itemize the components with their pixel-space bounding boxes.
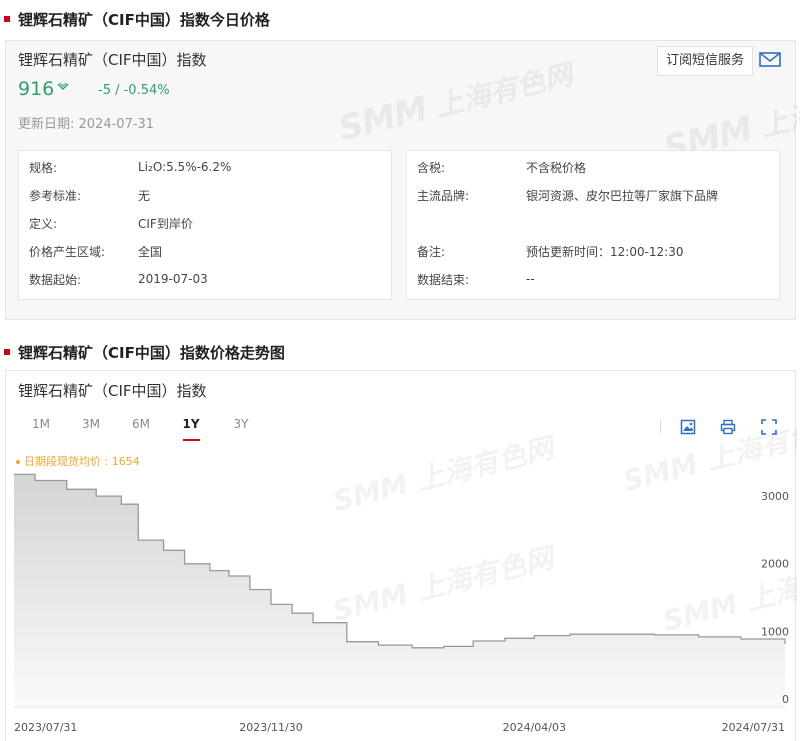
info-table-left: 规格: Li₂O:5.5%-6.2% 参考标准: 无 定义: CIF到岸价 价格产生区… xyxy=(18,150,392,300)
subscribe-sms-button[interactable]: 订阅短信服务 xyxy=(656,46,753,76)
section-header-today-price: 锂辉石精矿（CIF中国）指数今日价格 xyxy=(0,6,270,32)
data-point xyxy=(569,633,571,635)
data-point xyxy=(291,612,293,614)
x-tick-label: 2023/07/31 xyxy=(14,721,77,734)
section-title: 锂辉石精矿（CIF中国）指数价格走势图 xyxy=(18,343,285,362)
info-row: 参考标准: 无 xyxy=(29,188,151,203)
data-point xyxy=(13,473,15,475)
data-point xyxy=(163,549,165,551)
info-table-right: 含税: 不含税价格 主流品牌: 银河资源、皮尔巴拉等厂家旗下品牌 备注: 预估更新时间… xyxy=(406,150,780,300)
section-title: 锂辉石精矿（CIF中国）指数今日价格 xyxy=(18,10,270,29)
data-point xyxy=(137,539,139,541)
watermark: SMM 上海有色网 xyxy=(330,430,561,518)
info-row: 数据结束: -- xyxy=(417,272,535,287)
x-tick-label: 2024/07/31 xyxy=(722,721,785,734)
info-row: 数据起始: 2019-07-03 xyxy=(29,272,208,287)
data-point xyxy=(740,638,742,640)
y-tick-label: 1000 xyxy=(761,625,789,638)
info-row: 主流品牌: 银河资源、皮尔巴拉等厂家旗下品牌 xyxy=(417,188,719,203)
data-point xyxy=(653,634,655,636)
mail-icon[interactable] xyxy=(759,52,781,67)
down-arrow-icon xyxy=(57,81,69,95)
watermark: SMM 上海有色网 xyxy=(330,540,561,628)
data-point xyxy=(443,645,445,647)
info-row: 定义: CIF到岸价 xyxy=(29,216,193,231)
section-marker xyxy=(4,16,10,22)
current-price: 916 xyxy=(18,78,55,100)
section-marker xyxy=(4,349,10,355)
price-change: -5 / -0.54% xyxy=(98,83,170,98)
y-tick-label: 0 xyxy=(782,693,789,706)
data-point xyxy=(611,633,613,635)
data-point xyxy=(249,589,251,591)
info-row: 规格: Li₂O:5.5%-6.2% xyxy=(29,160,232,175)
data-point xyxy=(312,622,314,624)
x-tick-label: 2023/11/30 xyxy=(239,721,302,734)
data-point xyxy=(120,503,122,505)
data-point xyxy=(66,488,68,490)
info-row: 价格产生区域: 全国 xyxy=(29,244,163,259)
update-label: 更新日期: xyxy=(18,117,75,132)
x-tick-label: 2024/04/03 xyxy=(503,721,566,734)
watermark: SMM 上海有色网 xyxy=(334,57,576,150)
data-point xyxy=(411,647,413,649)
product-title: 锂辉石精矿（CIF中国）指数 xyxy=(18,51,207,69)
y-tick-label: 3000 xyxy=(761,490,789,503)
info-row: 含税: 不含税价格 xyxy=(417,160,587,175)
data-point xyxy=(504,637,506,639)
price-panel: SMM 上海有色网 SMM 上海有色网 锂辉石精矿（CIF中国）指数 916 -… xyxy=(5,40,800,320)
section-header-price-trend: 锂辉石精矿（CIF中国）指数价格走势图 xyxy=(0,339,285,365)
data-point xyxy=(184,563,186,565)
data-point xyxy=(270,603,272,605)
data-point xyxy=(95,495,97,497)
data-point xyxy=(472,640,474,642)
price-trend-chart[interactable]: SMM 上海有色网 SMM 上海有色网SMM 上海有色网 SMM 上海有色网0100… xyxy=(6,371,797,741)
chart-panel: 锂辉石精矿（CIF中国）指数 1M 3M 6M 1Y 3Y 日期段现货均价 : … xyxy=(5,370,797,741)
update-date: 更新日期: 2024-07-31 xyxy=(18,113,154,132)
data-point xyxy=(698,636,700,638)
data-point xyxy=(784,643,786,645)
data-point xyxy=(209,570,211,572)
data-point xyxy=(228,575,230,577)
info-row: 备注: 预估更新时间：12:00-12:30 xyxy=(417,244,684,259)
watermark: SMM 上海有色网 xyxy=(620,410,797,498)
data-point xyxy=(533,635,535,637)
data-point xyxy=(346,641,348,643)
update-value: 2024-07-31 xyxy=(78,117,155,132)
y-tick-label: 2000 xyxy=(761,558,789,571)
data-point xyxy=(34,480,36,482)
data-point xyxy=(377,644,379,646)
